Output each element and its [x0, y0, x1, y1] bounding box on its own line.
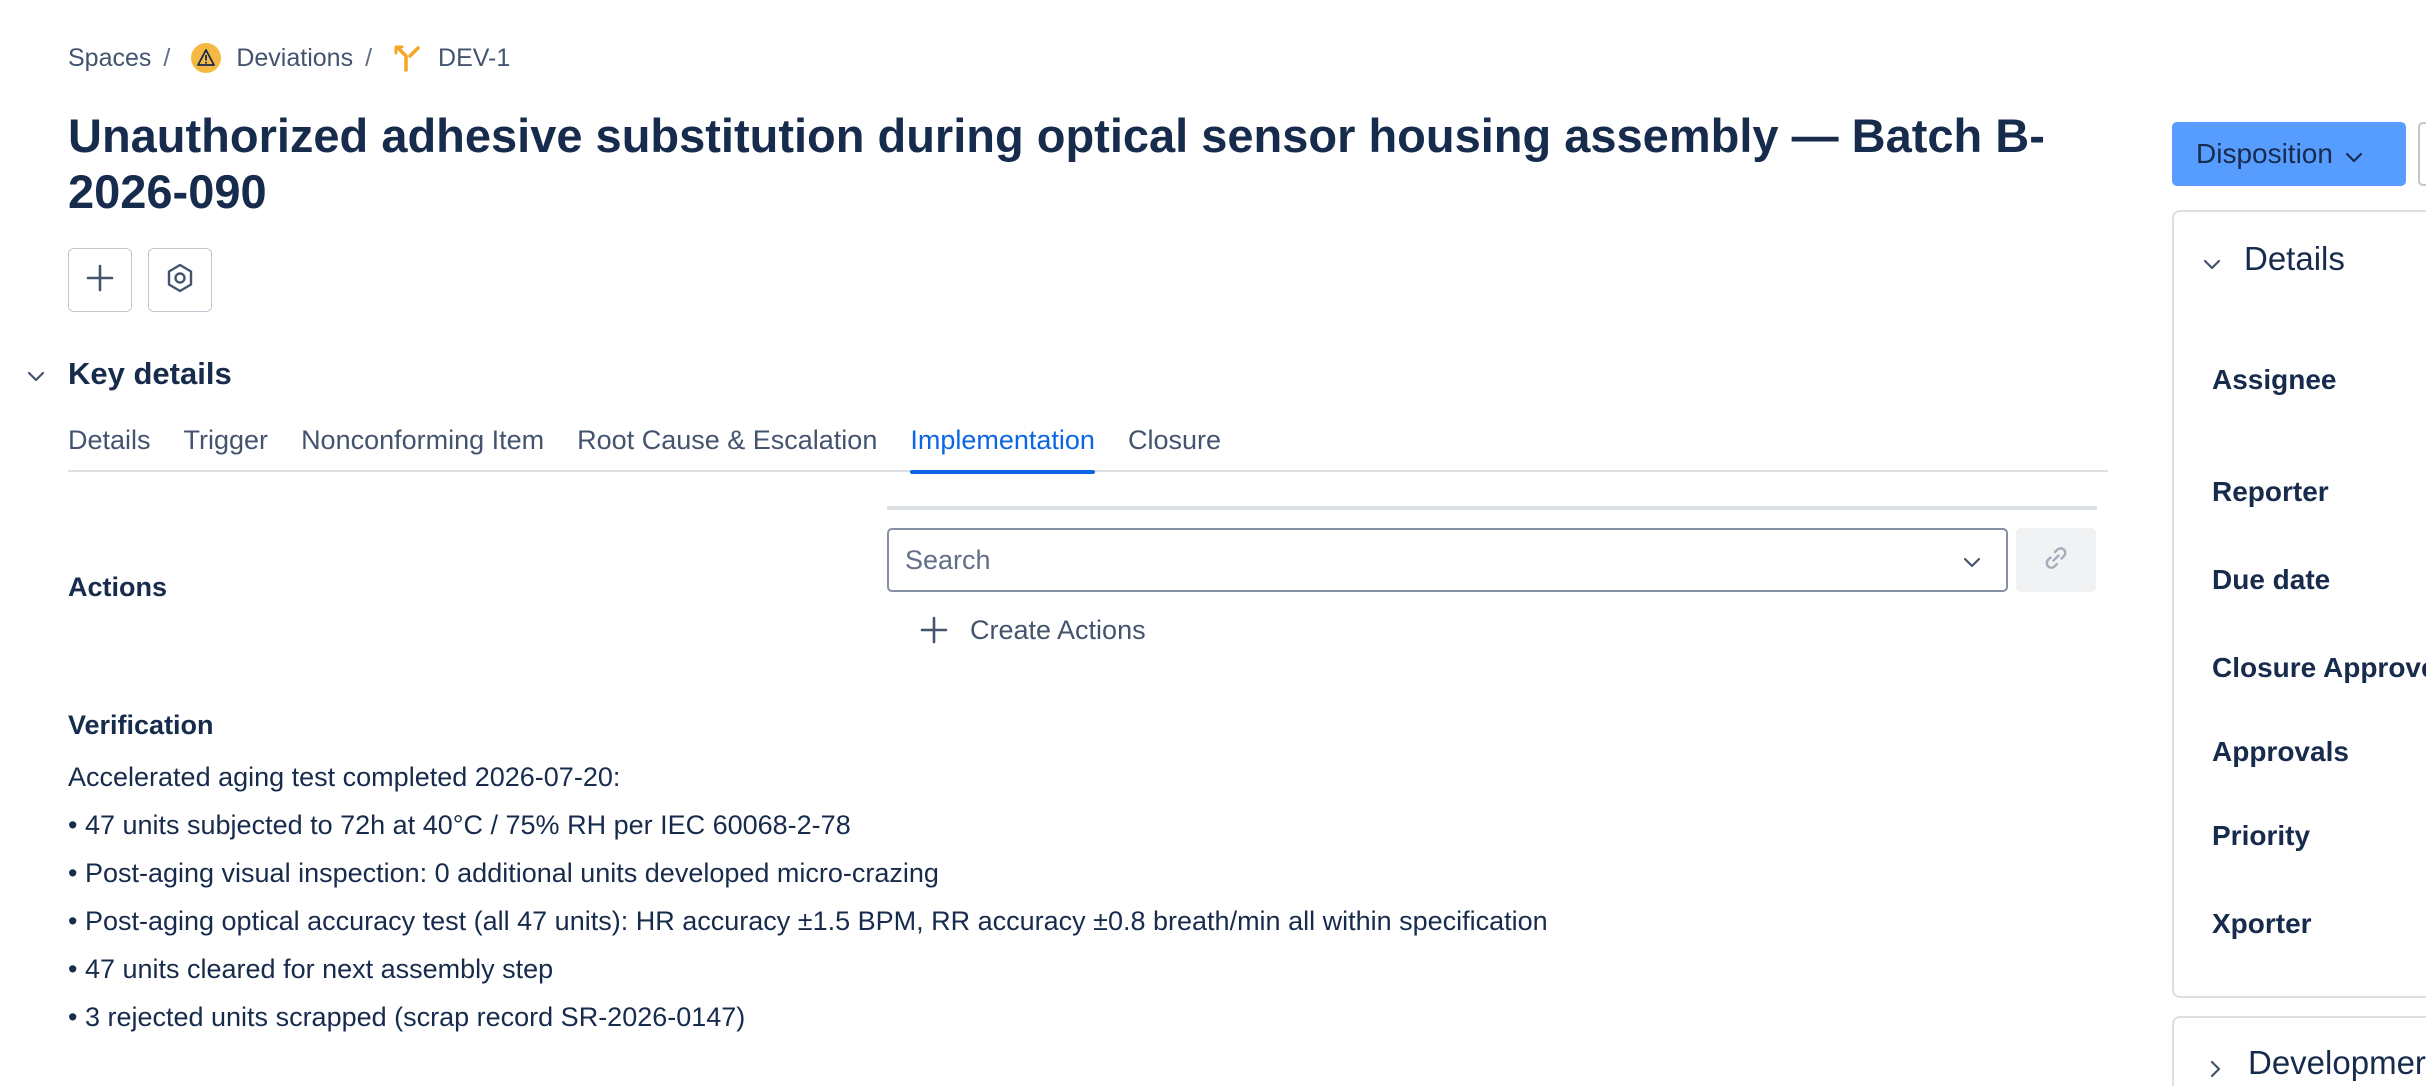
tab-bar: Details Trigger Nonconforming Item Root … — [68, 418, 2108, 474]
tab-trigger[interactable]: Trigger — [184, 418, 269, 472]
tab-closure[interactable]: Closure — [1128, 418, 1221, 472]
breadcrumb-spaces[interactable]: Spaces — [68, 44, 151, 73]
tab-details[interactable]: Details — [68, 418, 151, 472]
field-priority: Priority — [2212, 820, 2311, 851]
breadcrumb-deviations[interactable]: Deviations — [236, 44, 353, 73]
details-panel — [2172, 210, 2426, 998]
warning-icon — [190, 42, 222, 74]
link-icon — [2040, 542, 2072, 579]
section-title-key-details: Key details — [68, 356, 232, 391]
more-actions-button[interactable] — [2418, 122, 2426, 186]
field-reporter: Reporter — [2212, 476, 2329, 507]
breadcrumb-issue-key[interactable]: DEV-1 — [438, 44, 510, 73]
verification-line: • 3 rejected units scrapped (scrap recor… — [68, 1002, 746, 1032]
disposition-label: Disposition — [2196, 138, 2333, 169]
chevron-down-icon[interactable] — [1960, 550, 1984, 574]
divider — [887, 506, 2097, 510]
page-title[interactable]: Unauthorized adhesive substitution durin… — [68, 108, 2078, 220]
search-placeholder: Search — [905, 544, 991, 575]
field-approvals: Approvals — [2212, 736, 2349, 767]
add-button[interactable] — [68, 248, 132, 312]
chevron-down-icon — [2343, 143, 2365, 165]
chevron-right-icon — [2204, 1051, 2228, 1078]
development-panel-toggle[interactable]: Developmer — [2204, 1044, 2426, 1082]
field-assignee: Assignee — [2212, 364, 2337, 395]
breadcrumb: Spaces / Deviations / DEV-1 — [68, 42, 510, 74]
actions-search-select[interactable]: Search — [887, 528, 2008, 592]
breadcrumb-separator: / — [163, 43, 171, 72]
chevron-down-icon — [2200, 247, 2224, 271]
verification-line: • 47 units cleared for next assembly ste… — [68, 954, 554, 984]
verification-line: Accelerated aging test completed 2026-07… — [68, 762, 621, 792]
verification-line: • Post-aging optical accuracy test (all … — [68, 906, 1548, 936]
actions-field-label: Actions — [68, 572, 168, 602]
plus-icon — [85, 263, 115, 298]
details-panel-title: Details — [2244, 240, 2345, 277]
settings-button[interactable] — [148, 248, 212, 312]
create-actions-button[interactable]: Create Actions — [918, 614, 1146, 646]
collapse-key-details-button[interactable] — [24, 366, 48, 390]
tab-implementation[interactable]: Implementation — [910, 418, 1095, 474]
verification-line: • Post-aging visual inspection: 0 additi… — [68, 858, 939, 888]
field-due-date: Due date — [2212, 564, 2331, 595]
breadcrumb-separator: / — [365, 43, 373, 72]
verification-field-label: Verification — [68, 710, 214, 740]
verification-text[interactable]: Accelerated aging test completed 2026-07… — [68, 753, 1548, 1041]
verification-line: • 47 units subjected to 72h at 40°C / 75… — [68, 810, 851, 840]
hexagon-settings-icon — [164, 262, 196, 299]
development-panel-title: Developmer — [2248, 1044, 2426, 1081]
disposition-button[interactable]: Disposition — [2172, 122, 2406, 186]
details-panel-toggle[interactable]: Details — [2200, 240, 2345, 278]
create-actions-label: Create Actions — [970, 614, 1146, 645]
field-xporter: Xporter — [2212, 908, 2312, 939]
plus-icon — [918, 614, 950, 646]
tab-nonconforming-item[interactable]: Nonconforming Item — [301, 418, 544, 472]
tab-root-cause-escalation[interactable]: Root Cause & Escalation — [577, 418, 877, 472]
link-button[interactable] — [2016, 528, 2096, 592]
branch-icon — [392, 42, 424, 74]
chevron-down-icon — [25, 365, 47, 392]
field-closure-approver: Closure Approve — [2212, 652, 2426, 683]
